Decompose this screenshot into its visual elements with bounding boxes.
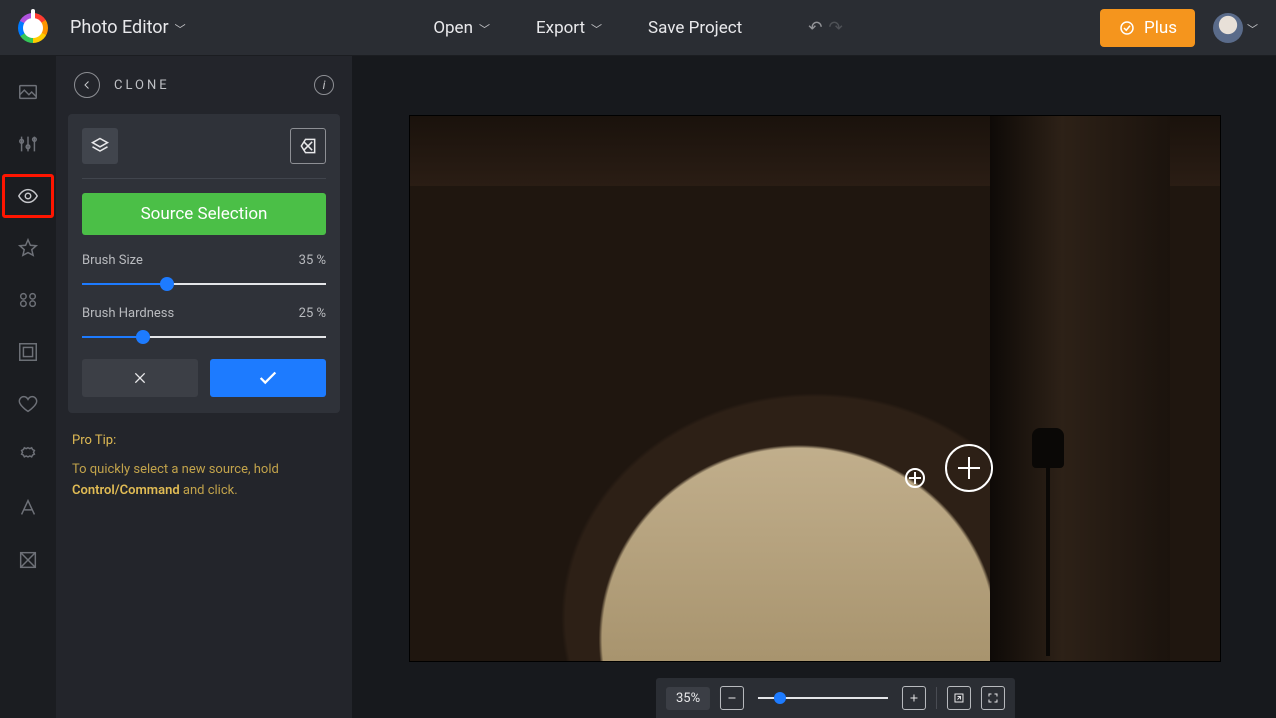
- open-menu[interactable]: Open ﹀: [433, 18, 490, 38]
- save-project-label: Save Project: [648, 18, 742, 38]
- heart-icon[interactable]: [16, 392, 40, 416]
- photo-canvas[interactable]: [410, 116, 1220, 661]
- star-icon[interactable]: [16, 236, 40, 260]
- save-project-button[interactable]: Save Project: [648, 18, 742, 38]
- brush-size-slider[interactable]: [82, 276, 326, 292]
- frame-icon[interactable]: [16, 340, 40, 364]
- top-bar: Photo Editor ﹀ Open ﹀ Export ﹀ Save Proj…: [0, 0, 1276, 56]
- app-mode-label: Photo Editor: [70, 17, 169, 38]
- open-label: Open: [433, 18, 473, 38]
- panel-header: CLONE i: [56, 56, 352, 114]
- source-selection-label: Source Selection: [141, 204, 268, 224]
- source-selection-button[interactable]: Source Selection: [82, 193, 326, 235]
- divider: [82, 178, 326, 179]
- chevron-down-icon: ﹀: [175, 21, 186, 37]
- chevron-down-icon: ﹀: [591, 21, 602, 37]
- undo-icon[interactable]: ↶: [808, 18, 822, 38]
- export-label: Export: [536, 18, 585, 38]
- clone-panel: CLONE i Source Selection Brush Size 35 %: [56, 56, 352, 718]
- zoom-slider[interactable]: [758, 690, 888, 706]
- texture-icon[interactable]: [16, 548, 40, 572]
- tool-rail: [0, 56, 56, 718]
- chevron-down-icon: ﹀: [1247, 21, 1258, 37]
- app-mode-dropdown[interactable]: Photo Editor ﹀: [70, 17, 186, 38]
- plus-label: Plus: [1144, 18, 1177, 38]
- brush-hardness-slider[interactable]: [82, 329, 326, 345]
- pro-tip-body: To quickly select a new source, hold Con…: [72, 460, 336, 502]
- layers-toggle-button[interactable]: [82, 128, 118, 164]
- sliders-icon[interactable]: [16, 132, 40, 156]
- brush-size-label: Brush Size: [82, 253, 143, 268]
- zoom-value[interactable]: 35%: [666, 687, 710, 710]
- pro-tip-title: Pro Tip:: [72, 431, 336, 452]
- separator: [936, 687, 937, 709]
- pro-tip-line2: and click.: [180, 483, 238, 498]
- info-icon[interactable]: i: [314, 75, 334, 95]
- brush-size-row: Brush Size 35 %: [82, 253, 326, 292]
- eye-icon[interactable]: [16, 184, 40, 208]
- history-controls: ↶ ↷: [808, 18, 843, 38]
- zoom-out-button[interactable]: [720, 686, 744, 710]
- brush-hardness-value: 25 %: [299, 306, 326, 321]
- top-center-menu: Open ﹀ Export ﹀ Save Project ↶ ↷: [433, 18, 842, 38]
- app-logo-icon[interactable]: [18, 13, 48, 43]
- brush-hardness-row: Brush Hardness 25 %: [82, 306, 326, 345]
- export-menu[interactable]: Export ﹀: [536, 18, 602, 38]
- pro-tip-line1: To quickly select a new source, hold: [72, 462, 279, 477]
- cancel-button[interactable]: [82, 359, 198, 397]
- gear-outline-icon[interactable]: [16, 444, 40, 468]
- erase-last-button[interactable]: [290, 128, 326, 164]
- pro-tip: Pro Tip: To quickly select a new source,…: [56, 413, 352, 501]
- clone-source-cursor-icon[interactable]: [905, 468, 925, 488]
- image-tool-icon[interactable]: [16, 80, 40, 104]
- zoom-bar: 35%: [656, 678, 1015, 718]
- fit-screen-button[interactable]: [947, 686, 971, 710]
- upgrade-plus-button[interactable]: Plus: [1100, 9, 1195, 47]
- avatar-icon: [1213, 13, 1243, 43]
- shapes-icon[interactable]: [16, 288, 40, 312]
- chevron-down-icon: ﹀: [479, 21, 490, 37]
- account-menu[interactable]: ﹀: [1213, 13, 1258, 43]
- badge-icon: [1118, 19, 1136, 37]
- lamp-in-image: [1046, 456, 1050, 656]
- zoom-in-button[interactable]: [902, 686, 926, 710]
- canvas-area: 35%: [352, 56, 1276, 718]
- panel-title: CLONE: [114, 78, 170, 93]
- pro-tip-bold: Control/Command: [72, 483, 180, 498]
- brush-size-value: 35 %: [299, 253, 326, 268]
- text-icon[interactable]: [16, 496, 40, 520]
- redo-icon[interactable]: ↷: [828, 18, 842, 38]
- apply-button[interactable]: [210, 359, 326, 397]
- clone-brush-cursor-icon[interactable]: [945, 444, 993, 492]
- back-button[interactable]: [74, 72, 100, 98]
- brush-hardness-label: Brush Hardness: [82, 306, 174, 321]
- fullscreen-button[interactable]: [981, 686, 1005, 710]
- clone-settings-card: Source Selection Brush Size 35 % Brush H…: [68, 114, 340, 413]
